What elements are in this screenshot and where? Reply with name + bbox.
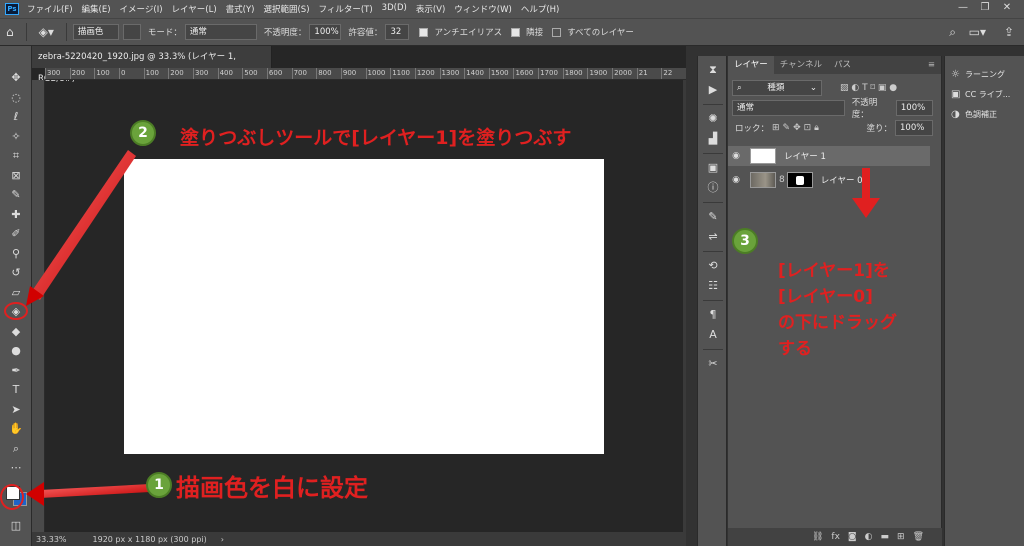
step-badge-3: 3 — [732, 228, 758, 254]
arrow-to-bucket-tool — [30, 150, 136, 300]
arrow-to-foreground-color — [40, 484, 150, 498]
step-badge-1: 1 — [146, 472, 172, 498]
step3-text: [レイヤー1]を [レイヤー0] の下にドラッグ する — [778, 258, 897, 362]
step3-line: する — [778, 339, 812, 359]
paint-bucket-highlight — [4, 302, 28, 320]
arrowhead — [26, 482, 44, 506]
step2-text: 塗りつぶしツールで[レイヤー1]を塗りつぶす — [180, 127, 572, 149]
arrow-drag-down — [852, 168, 880, 218]
foreground-color-highlight — [0, 484, 24, 510]
step3-line: の下にドラッグ — [778, 313, 897, 333]
step1-text: 描画色を白に設定 — [176, 474, 368, 502]
step-badge-2: 2 — [130, 120, 156, 146]
step3-line: [レイヤー1]を — [778, 261, 890, 281]
step3-line: [レイヤー0] — [778, 287, 873, 307]
